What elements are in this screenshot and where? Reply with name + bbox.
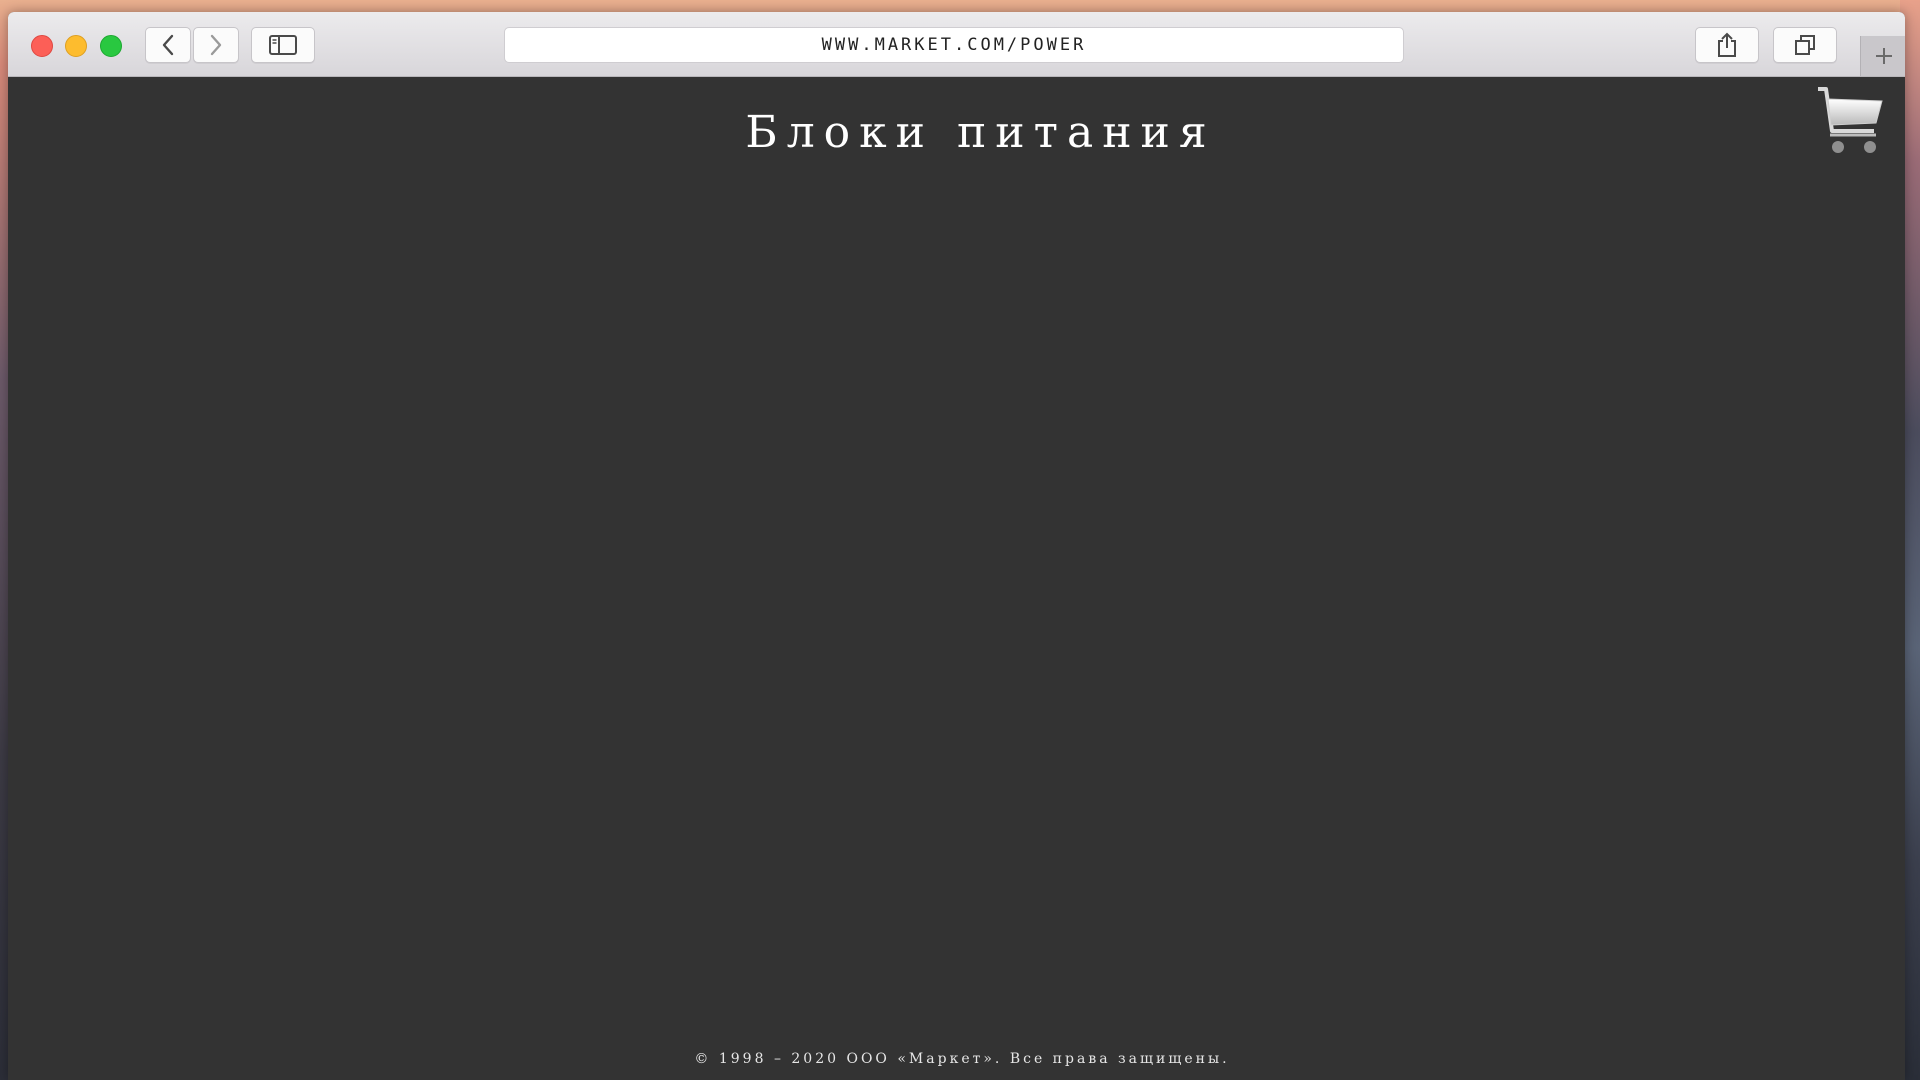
browser-window: WWW.MARKET.COM/POWER Блоки питания © 199… bbox=[8, 12, 1905, 1080]
plus-icon bbox=[1875, 48, 1892, 64]
forward-button[interactable] bbox=[193, 27, 239, 63]
share-icon bbox=[1718, 32, 1736, 57]
tabs-overview-icon bbox=[1795, 35, 1815, 55]
cart-button[interactable] bbox=[1816, 87, 1886, 159]
back-button[interactable] bbox=[145, 27, 191, 63]
shopping-cart-icon bbox=[1818, 87, 1883, 153]
chevron-right-icon bbox=[210, 34, 222, 56]
maximize-window-button[interactable] bbox=[100, 35, 122, 57]
minimize-window-button[interactable] bbox=[65, 35, 87, 57]
address-bar[interactable]: WWW.MARKET.COM/POWER bbox=[504, 27, 1404, 63]
page-title: Блоки питания bbox=[745, 107, 1216, 158]
sidebar-icon bbox=[269, 35, 297, 55]
close-window-button[interactable] bbox=[31, 35, 53, 57]
browser-toolbar: WWW.MARKET.COM/POWER bbox=[8, 12, 1905, 77]
footer-copyright: © 1998 – 2020 ООО «Маркет». Все права за… bbox=[694, 1051, 1230, 1067]
chevron-left-icon bbox=[162, 34, 174, 56]
page-content: Блоки питания © 1998 – 2020 ООО «Маркет»… bbox=[8, 77, 1905, 1080]
tab-overview-button[interactable] bbox=[1773, 27, 1837, 63]
share-button[interactable] bbox=[1695, 27, 1759, 63]
url-text: WWW.MARKET.COM/POWER bbox=[821, 35, 1087, 55]
sidebar-toggle-button[interactable] bbox=[251, 27, 315, 63]
new-tab-button[interactable] bbox=[1860, 36, 1905, 76]
